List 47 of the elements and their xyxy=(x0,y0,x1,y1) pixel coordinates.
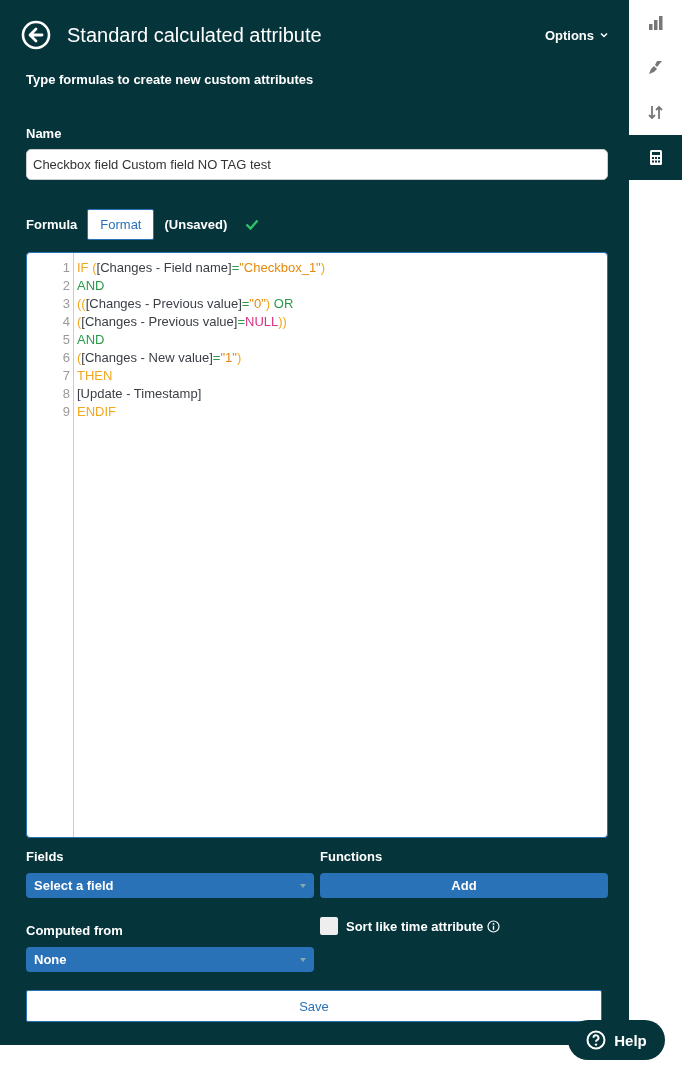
caret-icon xyxy=(300,958,306,962)
code-line: THEN xyxy=(77,367,114,385)
field-dropdown[interactable]: Select a field xyxy=(26,873,314,898)
code-editor[interactable]: 1 2 3 4 5 6 7 8 9 IF ([Changes - Field name]="Checkbox_1") AND (([Changes - Previous value]="0") OR ([Changes - Previous value]=NULL)) AND ([Changes - New value]="1") THEN [Update - Timestamp] ENDIF xyxy=(26,252,608,838)
code-line: ENDIF xyxy=(77,403,117,421)
subtitle: Type formulas to create new custom attributes xyxy=(26,72,315,87)
field-label: Computed from xyxy=(26,923,124,938)
question-icon xyxy=(586,1030,607,1050)
computed-from-dropdown[interactable]: None xyxy=(26,947,314,972)
code-line: [Update - Timestamp] xyxy=(77,385,203,403)
help-button[interactable]: Help xyxy=(568,1020,665,1060)
code-line: AND xyxy=(77,331,106,349)
name-field[interactable]: Checkbox field Custom field NO TAG test xyxy=(26,149,608,180)
calculator-icon xyxy=(649,150,662,165)
bar-chart-icon xyxy=(648,15,663,30)
paint-brush-icon xyxy=(648,60,663,75)
code-line: IF ([Changes - Field name]="Checkbox_1") xyxy=(77,259,326,277)
line-number: 8 xyxy=(61,385,71,403)
save-status: (Unsaved) xyxy=(164,217,228,232)
field-label: Name xyxy=(26,126,63,141)
line-number: 2 xyxy=(61,277,71,295)
line-number: 1 xyxy=(61,259,71,277)
code-line: ([Changes - Previous value]=NULL)) xyxy=(77,313,288,331)
save-button[interactable]: Save xyxy=(26,990,602,1022)
line-number: 6 xyxy=(61,349,71,367)
field-label: Fields xyxy=(26,849,65,864)
field-label: Formula xyxy=(26,217,78,232)
page-title: Standard calculated attribute xyxy=(67,23,323,47)
caret-icon xyxy=(300,884,306,888)
code-line: AND xyxy=(77,277,106,295)
field-label: Functions xyxy=(320,849,384,864)
chevron-down-icon xyxy=(600,32,608,38)
checkbox[interactable] xyxy=(320,917,338,935)
code-line: ([Changes - New value]="1") xyxy=(77,349,243,367)
line-number: 7 xyxy=(61,367,71,385)
sort-arrows-icon xyxy=(648,105,663,120)
code-line: (([Changes - Previous value]="0") OR xyxy=(77,295,295,313)
checkbox-label: Sort like time attribute xyxy=(346,918,484,934)
sidebar-tab[interactable] xyxy=(629,135,682,180)
info-icon[interactable] xyxy=(487,919,501,933)
line-number: 4 xyxy=(61,313,71,331)
options-menu[interactable]: Options xyxy=(544,27,608,43)
line-number: 5 xyxy=(61,331,71,349)
line-number: 3 xyxy=(61,295,71,313)
add-button[interactable]: Add xyxy=(320,873,608,898)
line-number: 9 xyxy=(61,403,71,421)
format-button[interactable]: Format xyxy=(87,209,155,240)
